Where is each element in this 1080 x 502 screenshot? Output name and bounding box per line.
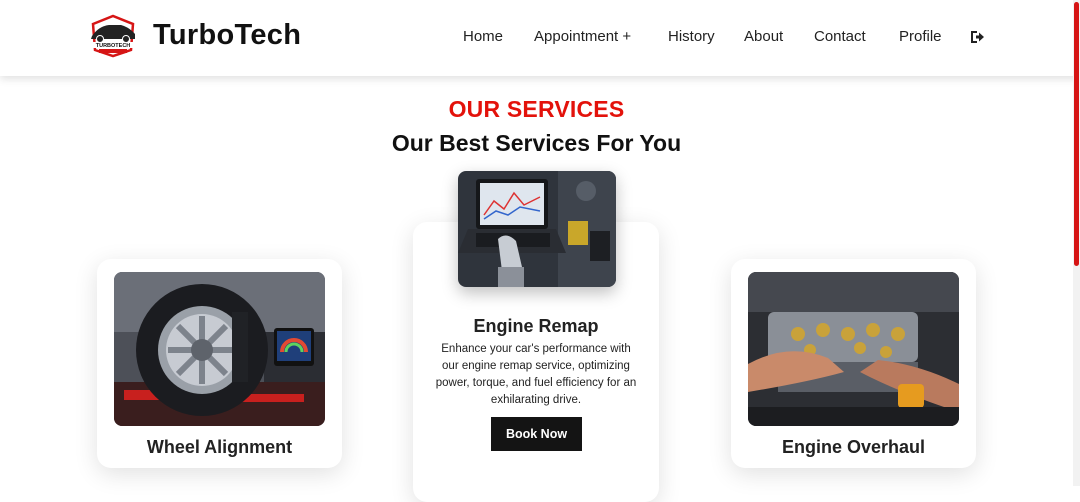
section-eyebrow: OUR SERVICES (448, 96, 625, 122)
book-now-button[interactable]: Book Now (491, 417, 582, 451)
site-header: TURBOTECH TurboTech Home Appointment + H… (0, 0, 1080, 76)
nav-profile[interactable]: Profile (899, 28, 942, 45)
turbotech-logo[interactable]: TURBOTECH (87, 14, 139, 58)
nav-history[interactable]: History (668, 28, 715, 45)
wheel-alignment-photo (114, 272, 325, 426)
nav-about[interactable]: About (744, 28, 783, 45)
service-title: Engine Overhaul (781, 437, 926, 457)
service-card-engine-overhaul[interactable]: Engine Overhaul (731, 259, 976, 468)
service-title: Engine Remap (473, 316, 599, 336)
sign-out-icon[interactable] (969, 29, 985, 45)
service-title: Wheel Alignment (146, 437, 293, 457)
service-description: Enhance your car's performance with our … (435, 343, 637, 406)
logo-text: TURBOTECH (96, 43, 131, 49)
nav-home[interactable]: Home (463, 28, 503, 45)
brand-name[interactable]: TurboTech (153, 19, 301, 52)
engine-remap-laptop-photo (458, 171, 616, 287)
scrollbar-thumb[interactable] (1074, 2, 1079, 266)
nav-appointment[interactable]: Appointment + (534, 28, 631, 45)
service-card-wheel-alignment[interactable]: Wheel Alignment (97, 259, 342, 468)
engine-overhaul-photo (748, 272, 959, 426)
nav-contact[interactable]: Contact (814, 28, 866, 45)
section-title: Our Best Services For You (391, 130, 682, 156)
page-scrollbar[interactable] (1073, 0, 1080, 486)
